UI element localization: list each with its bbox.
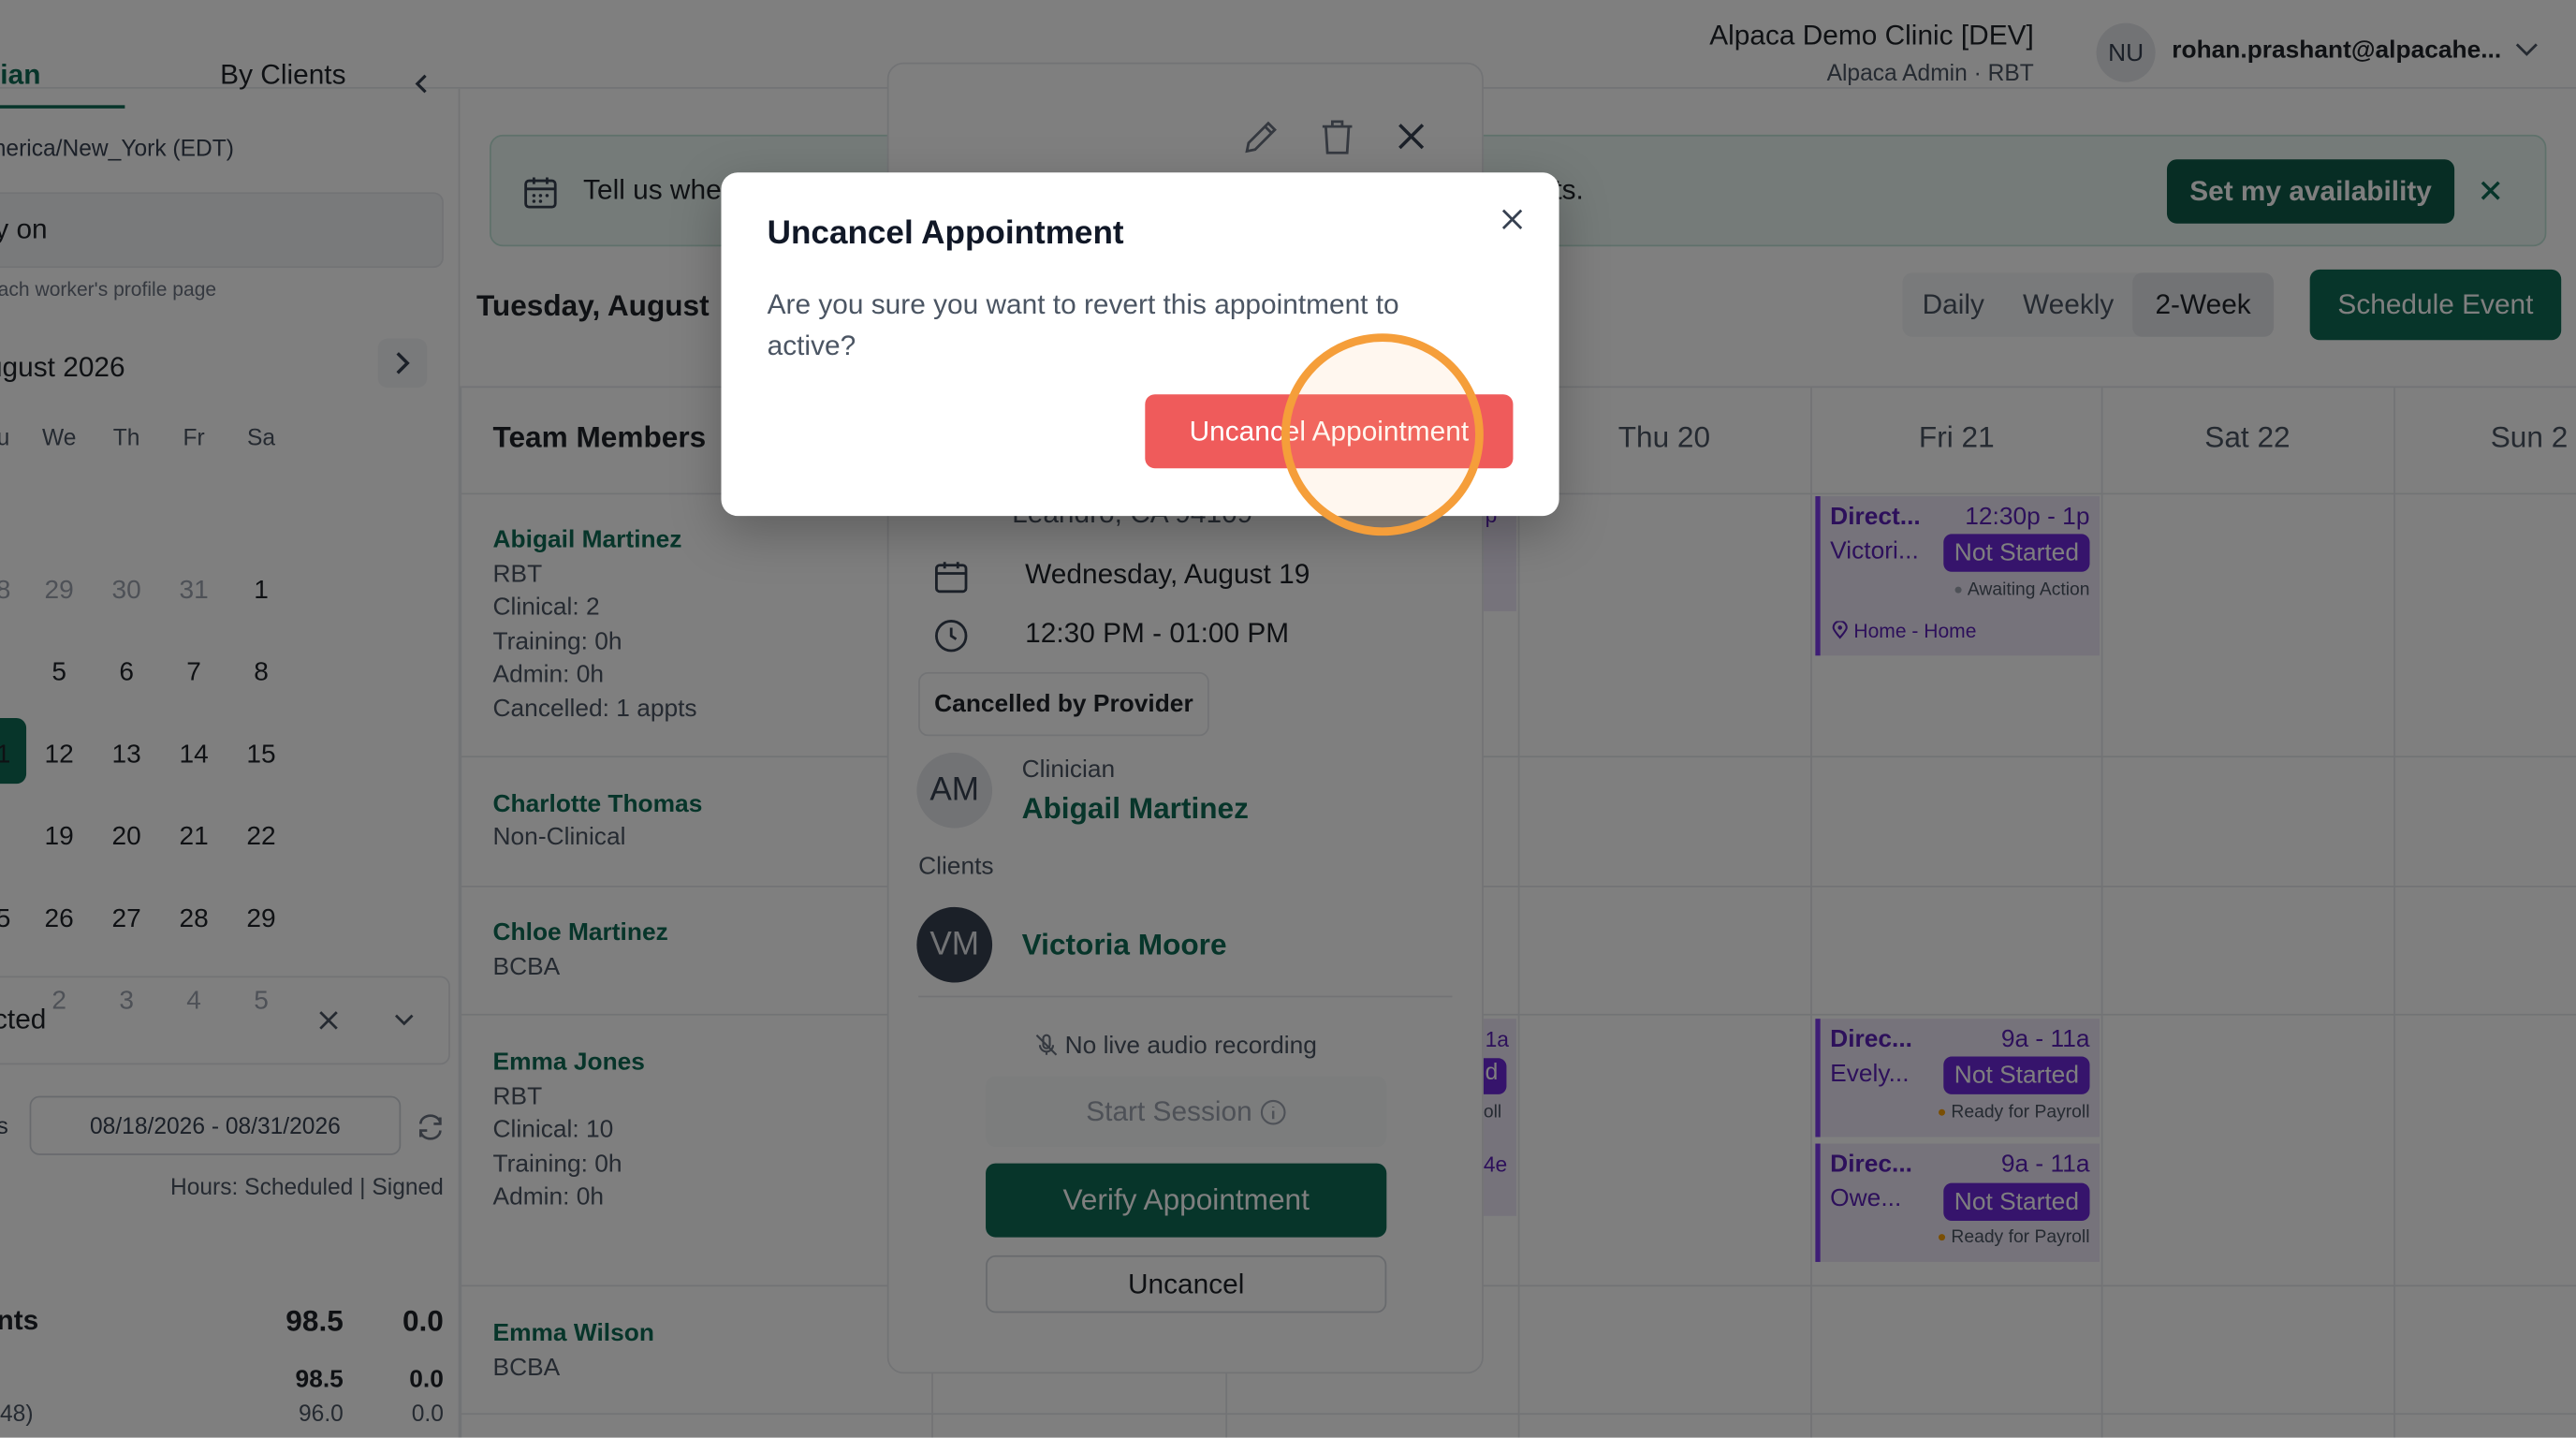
click-highlight [1281, 333, 1484, 536]
close-icon[interactable] [1500, 207, 1524, 231]
dialog-title: Uncancel Appointment [767, 214, 1124, 252]
